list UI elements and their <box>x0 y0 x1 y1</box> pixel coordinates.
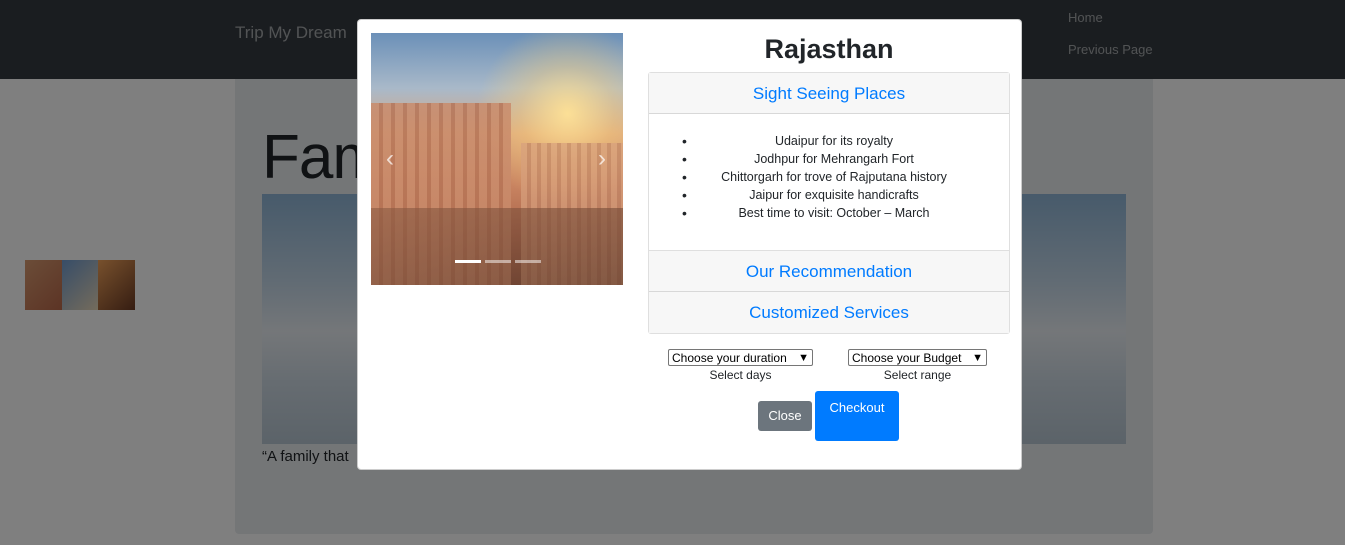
info-accordion: Sight Seeing Places Udaipur for its roya… <box>648 72 1010 334</box>
destination-modal: ‹ › Rajasthan Sight Seeing Places Udaipu… <box>357 19 1022 470</box>
list-item: Chittorgarh for trove of Rajputana histo… <box>649 168 1009 186</box>
duration-select[interactable]: Choose your duration ▼ <box>668 349 813 366</box>
carousel-image-layer <box>371 208 623 285</box>
sightseeing-list: Udaipur for its royalty Jodhpur for Mehr… <box>649 132 1009 222</box>
budget-group: Choose your Budget ▼ Select range <box>848 349 987 382</box>
accordion-header-sightseeing[interactable]: Sight Seeing Places <box>649 73 1009 114</box>
duration-group: Choose your duration ▼ Select days <box>668 349 813 382</box>
carousel-indicator[interactable] <box>485 260 511 263</box>
list-item: Jaipur for exquisite handicrafts <box>649 186 1009 204</box>
list-item: Jodhpur for Mehrangarh Fort <box>649 150 1009 168</box>
accordion-header-customized-services[interactable]: Customized Services <box>649 292 1009 333</box>
list-item: Best time to visit: October – March <box>649 204 1009 222</box>
budget-select[interactable]: Choose your Budget ▼ <box>848 349 987 366</box>
checkout-button[interactable]: Checkout <box>815 391 899 441</box>
image-carousel: ‹ › <box>371 33 623 285</box>
budget-select-value: Choose your Budget <box>852 350 962 365</box>
dropdown-arrow-icon: ▼ <box>798 351 809 364</box>
accordion-body-sightseeing: Udaipur for its royalty Jodhpur for Mehr… <box>649 114 1009 251</box>
accordion-header-recommendation[interactable]: Our Recommendation <box>649 251 1009 292</box>
modal-title: Rajasthan <box>764 34 894 64</box>
list-item: Udaipur for its royalty <box>649 132 1009 150</box>
carousel-indicator[interactable] <box>515 260 541 263</box>
close-button[interactable]: Close <box>758 401 812 431</box>
carousel-indicator[interactable] <box>455 260 481 263</box>
budget-label: Select range <box>883 368 952 382</box>
dropdown-arrow-icon: ▼ <box>972 351 983 364</box>
chevron-right-icon[interactable]: › <box>589 145 615 173</box>
carousel-indicators <box>455 260 541 263</box>
chevron-left-icon[interactable]: ‹ <box>377 145 403 173</box>
duration-select-value: Choose your duration <box>672 350 787 365</box>
duration-label: Select days <box>709 368 772 382</box>
